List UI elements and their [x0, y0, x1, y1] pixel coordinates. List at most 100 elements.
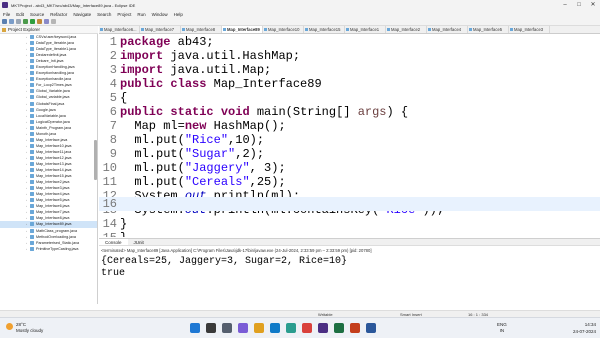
- eclipse-icon[interactable]: [318, 323, 328, 333]
- menu-search[interactable]: Search: [94, 12, 114, 17]
- java-file-icon: [30, 77, 34, 82]
- java-file-icon: [30, 89, 34, 94]
- editor-tab[interactable]: Map_Interface3: [509, 26, 550, 33]
- task-view-icon[interactable]: [222, 323, 232, 333]
- project-explorer-item[interactable]: › PrimitiveTypeCasting.java: [0, 246, 97, 252]
- java-file-icon: [30, 216, 34, 221]
- code-line-1: 1 package ab43;: [99, 35, 600, 49]
- menu-file[interactable]: File: [0, 12, 13, 17]
- code-line-3: 3 import java.util.Map;: [99, 63, 600, 77]
- code-text: main(String[]: [249, 105, 358, 119]
- code-text: ,10);: [228, 133, 265, 147]
- run-icon[interactable]: [30, 19, 35, 24]
- edge-icon[interactable]: [270, 323, 280, 333]
- store-icon[interactable]: [286, 323, 296, 333]
- java-file-icon: [30, 240, 34, 245]
- save-all-icon[interactable]: [16, 19, 21, 24]
- project-explorer-header: Project Explorer: [0, 26, 98, 34]
- menu-run[interactable]: Run: [134, 12, 148, 17]
- editor-tab[interactable]: Map_Interface5: [468, 26, 509, 33]
- menu-navigate[interactable]: Navigate: [70, 12, 94, 17]
- minimize-icon[interactable]: –: [558, 0, 572, 10]
- editor-tab[interactable]: Map_Interface6...: [99, 26, 140, 33]
- code-line-7: 7 Map ml=new HashMap();: [99, 119, 600, 133]
- window-controls: – □ ✕: [558, 0, 600, 10]
- code-text: {: [120, 91, 128, 105]
- menu-bar: File Edit Source Refactor Navigate Searc…: [0, 10, 600, 18]
- taskbar-apps: [190, 323, 376, 333]
- menu-window[interactable]: Window: [149, 12, 171, 17]
- menu-help[interactable]: Help: [171, 12, 186, 17]
- editor-tab[interactable]: Map_Interface7: [140, 26, 181, 33]
- code-text: Map_Interface89: [206, 77, 322, 91]
- menu-refactor[interactable]: Refactor: [47, 12, 70, 17]
- java-file-icon: [30, 113, 34, 118]
- editor-tab[interactable]: Map_Interface8: [181, 26, 222, 33]
- editor-tab[interactable]: Map_Interface1: [345, 26, 386, 33]
- string-literal: "Cereals": [184, 175, 250, 189]
- search-icon[interactable]: [206, 323, 216, 333]
- line-number: 14: [102, 217, 117, 231]
- menu-source[interactable]: Source: [27, 12, 47, 17]
- code-line-6: 6 public static void main(String[] args) …: [99, 105, 600, 119]
- region-code: IN: [499, 328, 505, 333]
- eclipse-window: MKTProject - ab43_MKT/src/ab43/Map_Inter…: [0, 0, 600, 338]
- string-literal: "Rice": [184, 133, 229, 147]
- eclipse-logo-icon: [2, 2, 8, 8]
- console-tab[interactable]: Console: [99, 239, 128, 245]
- code-line-10: 10 ml.put("Jaggery", 3);: [99, 161, 600, 175]
- status-bar: Writable Smart Insert 16 : 1 : 334: [0, 310, 600, 317]
- junit-tab[interactable]: JUnit: [128, 239, 150, 245]
- code-text: ml.put(: [134, 133, 185, 147]
- folder-icon: [2, 28, 6, 32]
- java-file-icon: [30, 65, 34, 70]
- keyword: class: [170, 77, 207, 91]
- project-explorer-scrollbar[interactable]: [94, 140, 97, 180]
- menu-project[interactable]: Project: [114, 12, 134, 17]
- new-icon[interactable]: [2, 19, 7, 24]
- java-file-icon: [30, 186, 34, 191]
- code-text: HashMap();: [206, 119, 286, 133]
- menu-edit[interactable]: Edit: [13, 12, 27, 17]
- console-output-line: true: [101, 268, 126, 279]
- java-file-icon: [30, 180, 34, 185]
- debug-icon[interactable]: [23, 19, 28, 24]
- chrome-icon[interactable]: [302, 323, 312, 333]
- windows-start-icon[interactable]: [190, 323, 200, 333]
- external-tools-icon[interactable]: [37, 19, 42, 24]
- code-line-4: 4 public class Map_Interface89: [99, 77, 600, 91]
- string-literal: "Sugar": [184, 147, 236, 161]
- teams-icon[interactable]: [238, 323, 248, 333]
- new-class-icon[interactable]: [44, 19, 49, 24]
- project-explorer-title[interactable]: Project Explorer: [8, 26, 40, 33]
- code-line-16[interactable]: 16: [99, 197, 600, 211]
- close-icon[interactable]: ✕: [586, 0, 600, 10]
- code-text: ,2);: [235, 147, 265, 161]
- weather-widget[interactable]: 28°C Mostly cloudy: [6, 322, 43, 334]
- editor-tab[interactable]: Map_Interface2: [386, 26, 427, 33]
- toolbar: [0, 18, 600, 26]
- editor-tab[interactable]: Map_Interface4: [427, 26, 468, 33]
- java-file-icon: [30, 83, 34, 88]
- java-file-icon: [30, 35, 34, 40]
- clock[interactable]: 14:34 24-07-2024: [573, 321, 596, 335]
- console-output[interactable]: {Cereals=25, Jaggery=3, Sugar=2, Rice=10…: [101, 256, 347, 280]
- code-text: ml.put(: [134, 175, 185, 189]
- word-icon[interactable]: [366, 323, 376, 333]
- java-file-icon: [30, 41, 34, 46]
- powerpoint-icon[interactable]: [350, 323, 360, 333]
- editor-tab[interactable]: Map_Interface15: [304, 26, 345, 33]
- language-indicator[interactable]: ENG IN: [497, 322, 507, 334]
- editor-tab[interactable]: Map_Interface89: [222, 26, 263, 33]
- excel-icon[interactable]: [334, 323, 344, 333]
- save-icon[interactable]: [9, 19, 14, 24]
- maximize-icon[interactable]: □: [572, 0, 586, 10]
- java-file-icon: [30, 168, 34, 173]
- editor-tab[interactable]: Map_Interface10: [263, 26, 304, 33]
- file-explorer-icon[interactable]: [254, 323, 264, 333]
- java-file-icon: [30, 246, 34, 251]
- java-file-icon: [30, 222, 34, 227]
- search-icon[interactable]: [51, 19, 56, 24]
- keyword: public: [120, 77, 164, 91]
- java-file-icon: [30, 131, 34, 136]
